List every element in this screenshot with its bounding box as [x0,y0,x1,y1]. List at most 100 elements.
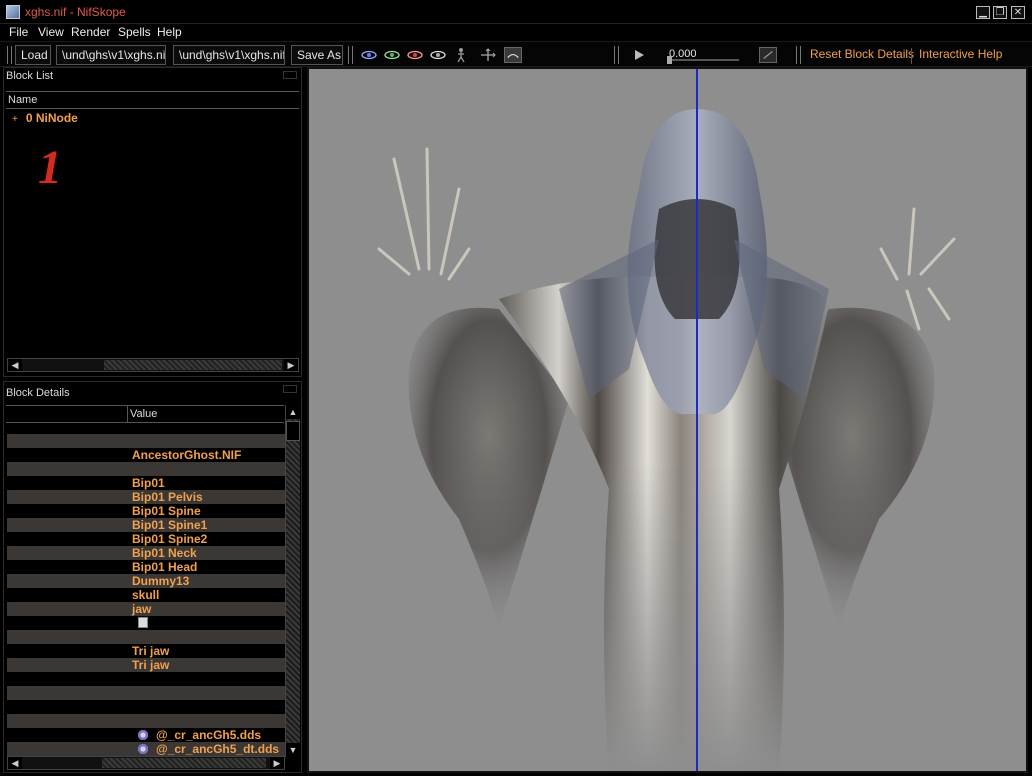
ghost-model-render [377,109,956,771]
details-value: Bip01 Pelvis [132,490,203,504]
details-value: Bip01 Spine2 [132,532,208,546]
eye-blue-icon[interactable] [360,47,378,63]
scroll-thumb[interactable] [102,758,266,768]
annotation-number: 1 [38,141,62,194]
details-row[interactable]: Bip01 Spine1 [7,518,286,532]
details-row[interactable] [7,700,286,714]
scroll-thumb[interactable] [104,360,282,370]
expand-icon[interactable]: + [12,114,18,125]
details-row[interactable]: Bip01 Spine2 [7,532,286,546]
scroll-down-icon[interactable]: ▼ [286,743,300,757]
toolbar-grip[interactable] [348,46,353,64]
details-row[interactable] [7,714,286,728]
details-value: @_cr_ancGh5_dt.dds [156,742,280,756]
texture-icon [137,729,149,741]
details-value: Tri jaw [132,644,170,658]
details-row[interactable] [7,630,286,644]
load-button[interactable]: Load [15,45,51,65]
details-row[interactable]: @_cr_ancGh5_dt.dds [7,742,286,756]
details-row[interactable]: @_cr_ancGh5.dds [7,728,286,742]
texture-icon [137,743,149,755]
maximize-button[interactable]: ❐ [993,6,1007,19]
axis-line [696,69,698,771]
eye-red-icon[interactable] [406,47,424,63]
scroll-up-icon[interactable]: ▲ [286,405,300,419]
details-row[interactable]: Tri jaw [7,658,286,672]
toolbar-grip[interactable] [796,46,801,64]
tree-item-label: 0 NiNode [25,111,78,125]
details-value: Bip01 Neck [132,546,197,560]
vertical-scrollbar[interactable]: ▲ ▼ [285,405,300,757]
reset-block-details-button[interactable]: Reset Block Details [805,45,919,65]
block-details-title: Block Details [6,387,70,399]
details-row[interactable] [7,462,286,476]
details-row[interactable]: Bip01 Pelvis [7,490,286,504]
value-column-header[interactable]: Value [128,405,284,423]
horizontal-scrollbar[interactable]: ◀ ▶ [7,756,285,770]
details-value: Bip01 Head [132,560,198,574]
block-list-panel: Block List Name +0 NiNode 1 ◀ ▶ [3,67,302,377]
scroll-right-icon[interactable]: ▶ [284,359,298,371]
window-title: xghs.nif - NifSkope [25,5,126,19]
name-column-header[interactable]: Name [6,91,299,109]
scroll-thumb[interactable] [286,421,300,441]
interactive-help-button[interactable]: Interactive Help [914,45,1007,65]
details-value: Bip01 Spine [132,504,201,518]
scroll-left-icon[interactable]: ◀ [8,757,22,769]
details-row[interactable] [7,672,286,686]
render-viewport[interactable] [307,67,1028,773]
play-icon[interactable] [630,47,648,63]
scroll-left-icon[interactable]: ◀ [8,359,22,371]
details-row[interactable]: Bip01 Head [7,560,286,574]
scroll-right-icon[interactable]: ▶ [270,757,284,769]
details-row[interactable] [7,686,286,700]
close-button[interactable]: ✕ [1011,6,1025,19]
details-value: Tri jaw [132,658,170,672]
dock-button[interactable] [283,385,297,393]
block-link-icon[interactable] [138,617,148,628]
details-value: jaw [132,602,152,616]
menu-render[interactable]: Render [71,25,110,39]
horizontal-scrollbar[interactable]: ◀ ▶ [7,358,299,372]
name-column-header[interactable] [6,405,128,423]
details-row[interactable] [7,616,286,630]
eye-green-icon[interactable] [383,47,401,63]
toolbar-grip[interactable] [614,46,619,64]
walk-icon[interactable] [452,47,470,63]
block-list-title: Block List [6,70,54,82]
details-row[interactable]: skull [7,588,286,602]
move-axes-icon[interactable] [479,47,497,63]
time-slider[interactable] [667,56,739,64]
details-row[interactable]: Bip01 [7,476,286,490]
toolbar: Load \und\ghs\v1\xghs.nif \und\ghs\v1\xg… [0,41,1032,67]
title-bar: xghs.nif - NifSkope ▁ ❐ ✕ [0,0,1032,24]
menu-help[interactable]: Help [157,25,182,39]
tree-item-ninode[interactable]: +0 NiNode [12,111,78,125]
menu-file[interactable]: File [9,25,28,39]
details-row[interactable] [7,434,286,448]
time-slider-handle[interactable] [667,56,672,64]
textures-toggle-icon[interactable] [504,47,522,63]
block-details-panel: Block Details Value AncestorGhost.NIF Bip… [3,381,302,773]
details-row[interactable]: Bip01 Spine [7,504,286,518]
toolbar-grip[interactable] [7,46,12,64]
menu-bar: File View Render Spells Help [0,24,1032,41]
save-as-button[interactable]: Save As [291,45,343,65]
details-row[interactable]: Tri jaw [7,644,286,658]
load-path-field[interactable]: \und\ghs\v1\xghs.nif [56,45,166,65]
menu-view[interactable]: View [38,25,64,39]
minimize-button[interactable]: ▁ [976,6,990,19]
app-icon [6,5,20,19]
menu-spells[interactable]: Spells [118,25,151,39]
details-row[interactable]: AncestorGhost.NIF [7,448,286,462]
toolbar-separator [911,48,912,64]
details-value: AncestorGhost.NIF [132,448,242,462]
details-row[interactable]: Dummy13 [7,574,286,588]
save-path-field[interactable]: \und\ghs\v1\xghs.nif [173,45,285,65]
details-value: Bip01 [132,476,165,490]
details-row[interactable]: jaw [7,602,286,616]
dock-button[interactable] [283,71,297,79]
loop-icon[interactable] [759,47,777,63]
eye-white-icon[interactable] [429,47,447,63]
details-row[interactable]: Bip01 Neck [7,546,286,560]
